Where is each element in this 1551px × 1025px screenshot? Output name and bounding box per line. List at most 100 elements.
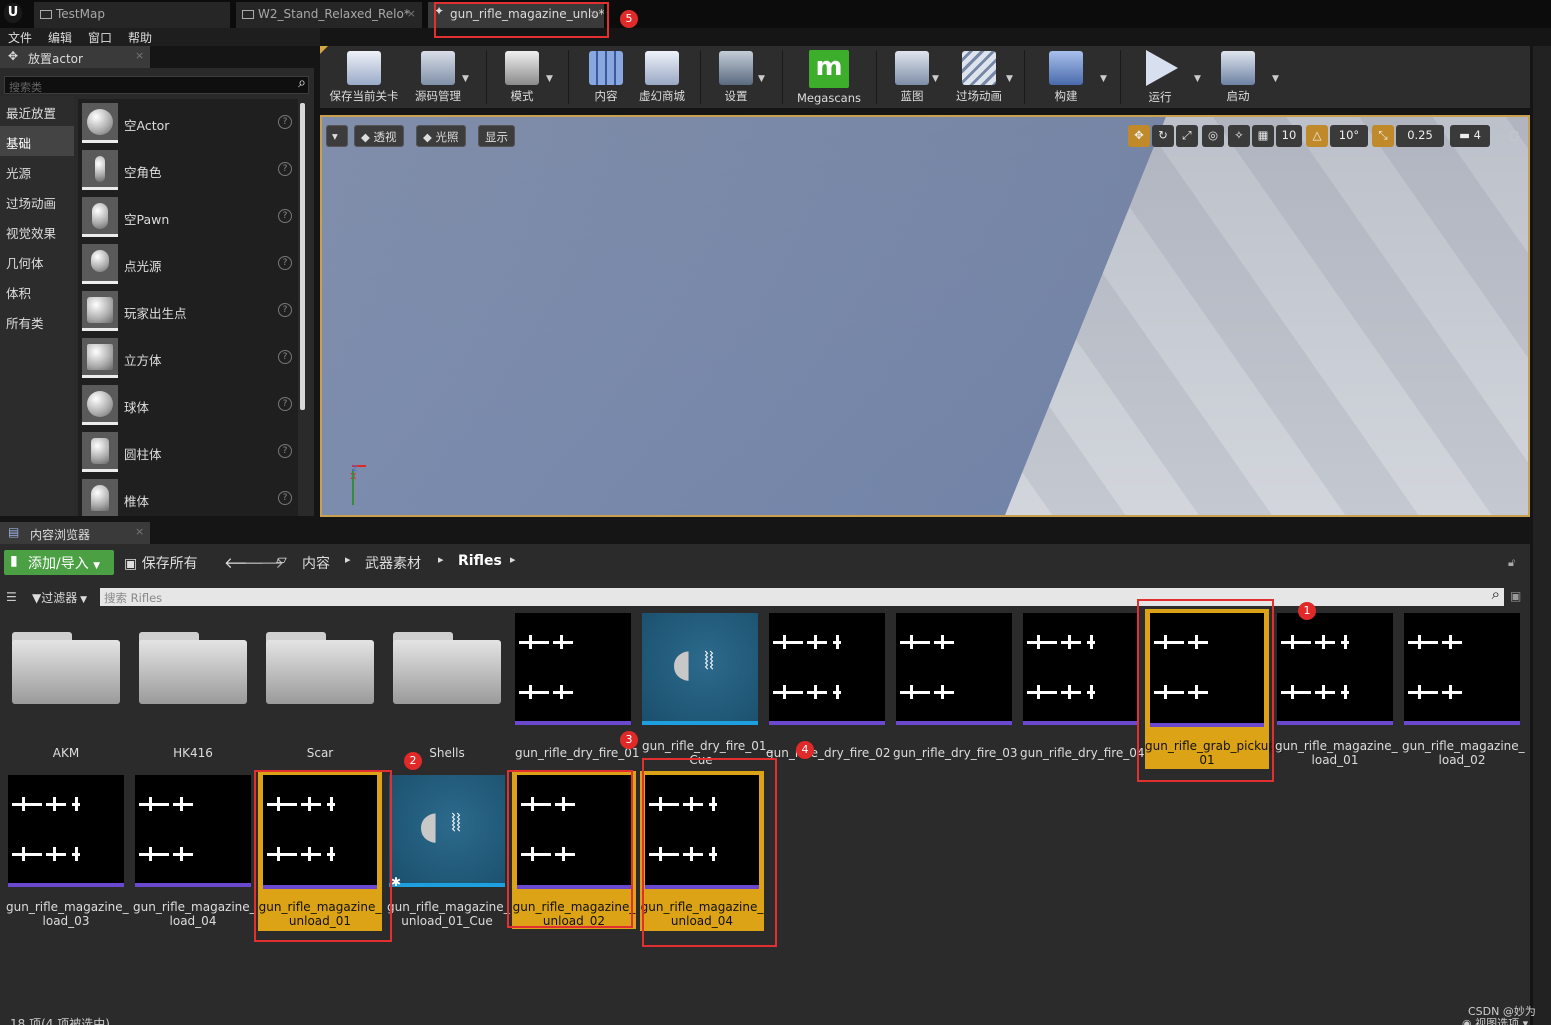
scale-icon[interactable]: ⤢ — [1176, 125, 1198, 147]
marketplace-button[interactable]: 虚幻商城 — [632, 46, 692, 108]
help-icon[interactable]: ? — [278, 350, 292, 364]
sources-toggle-icon[interactable]: ☰ — [6, 590, 17, 604]
viewport-options-button[interactable]: ▾ — [326, 125, 348, 147]
source-control-button[interactable]: 源码管理 — [406, 46, 470, 108]
category-recent[interactable]: 最近放置 — [0, 96, 74, 126]
breadcrumb-separator[interactable]: ▸ — [345, 553, 351, 566]
asset-tile[interactable] — [135, 775, 253, 891]
asset-search-input[interactable]: 搜索 Rifles ⌕ — [100, 585, 1504, 606]
category-volumes[interactable]: 体积 — [0, 276, 74, 306]
lock-icon[interactable]: 🔓︎ — [1508, 556, 1515, 570]
launch-button[interactable]: 启动 — [1210, 46, 1266, 108]
asset-tile[interactable] — [1404, 613, 1522, 729]
chevron-down-icon[interactable]: ▼ — [462, 74, 469, 84]
chevron-down-icon[interactable]: ▼ — [932, 74, 939, 84]
rotation-snap-icon[interactable]: △ — [1306, 125, 1328, 147]
breadcrumb-weapons[interactable]: 武器素材 — [365, 553, 421, 573]
help-icon[interactable]: ? — [278, 303, 292, 317]
show-button[interactable]: 显示 — [478, 125, 515, 147]
asset-tile[interactable] — [1023, 613, 1141, 729]
translate-icon[interactable]: ✥ — [1128, 125, 1150, 147]
breadcrumb-separator[interactable]: ▸ — [510, 553, 516, 566]
blueprint-button[interactable]: 蓝图 — [886, 46, 938, 108]
maximize-icon[interactable]: ▢ — [1506, 125, 1522, 147]
asset-tile[interactable] — [515, 613, 633, 729]
save-search-icon[interactable]: ▣ — [1510, 589, 1521, 603]
asset-tile[interactable] — [8, 775, 126, 891]
chevron-down-icon[interactable]: ▼ — [1194, 74, 1201, 84]
category-basic[interactable]: 基础 — [0, 126, 74, 156]
help-icon[interactable]: ? — [278, 162, 292, 176]
chevron-down-icon[interactable]: ▼ — [1100, 74, 1107, 84]
help-icon[interactable]: ? — [278, 444, 292, 458]
scale-snap-value[interactable]: 0.25 — [1396, 125, 1444, 147]
category-lights[interactable]: 光源 — [0, 156, 74, 186]
folder-hk416[interactable] — [139, 630, 247, 706]
list-item[interactable]: 空Actor? — [78, 99, 298, 146]
list-item[interactable]: 玩家出生点? — [78, 287, 298, 334]
filters-button[interactable]: ▼过滤器 ▼ — [32, 589, 87, 606]
asset-tile[interactable] — [769, 613, 887, 729]
close-icon[interactable]: × — [135, 525, 144, 538]
perspective-button[interactable]: ◆ 透视 — [354, 125, 404, 147]
menu-window[interactable]: 窗口 — [80, 28, 120, 46]
category-all-classes[interactable]: 所有类 — [0, 306, 74, 336]
list-item[interactable]: 空角色? — [78, 146, 298, 193]
content-button[interactable]: 内容 — [578, 46, 634, 108]
place-actors-tab[interactable]: ✥ 放置actor × — [0, 46, 150, 68]
modes-button[interactable]: 模式 — [494, 46, 550, 108]
close-icon[interactable]: × — [135, 49, 144, 62]
scale-snap-icon[interactable]: ⤡ — [1372, 125, 1394, 147]
world-local-icon[interactable]: ◎ — [1202, 125, 1224, 147]
tab-animation[interactable]: W2_Stand_Relaxed_Relo* × — [236, 2, 422, 28]
grid-snap-icon[interactable]: ▦ — [1252, 125, 1274, 147]
list-item[interactable]: 球体? — [78, 381, 298, 428]
close-icon[interactable]: × — [407, 7, 416, 20]
rotation-snap-value[interactable]: 10° — [1330, 125, 1368, 147]
chevron-down-icon[interactable]: ▼ — [546, 74, 553, 84]
settings-button[interactable]: 设置 — [710, 46, 762, 108]
help-icon[interactable]: ? — [278, 115, 292, 129]
rotate-icon[interactable]: ↻ — [1152, 125, 1174, 147]
help-icon[interactable]: ? — [278, 209, 292, 223]
play-button[interactable]: 运行 — [1132, 46, 1188, 108]
list-item[interactable]: 圆柱体? — [78, 428, 298, 475]
view-options-button[interactable]: ◉ 视图选项 ▾ — [1462, 1015, 1528, 1025]
content-browser-tab[interactable]: ▤ 内容浏览器 × — [0, 522, 150, 544]
asset-tile[interactable] — [1277, 613, 1395, 729]
tab-testmap[interactable]: TestMap — [34, 2, 230, 28]
asset-tile[interactable]: ◖ ⦚⦚ — [642, 613, 760, 729]
cinematics-button[interactable]: 过场动画 — [950, 46, 1008, 108]
folder-akm[interactable] — [12, 630, 120, 706]
list-item[interactable]: 空Pawn? — [78, 193, 298, 240]
lit-button[interactable]: ◆ 光照 — [416, 125, 466, 147]
list-item[interactable]: 立方体? — [78, 334, 298, 381]
category-cinematic[interactable]: 过场动画 — [0, 186, 74, 216]
chevron-down-icon[interactable]: ▼ — [1272, 74, 1279, 84]
category-geometry[interactable]: 几何体 — [0, 246, 74, 276]
help-icon[interactable]: ? — [278, 256, 292, 270]
category-visual-effects[interactable]: 视觉效果 — [0, 216, 74, 246]
save-all-button[interactable]: ▣ 保存所有 — [124, 553, 198, 573]
level-viewport[interactable]: ▾ ◆ 透视 ◆ 光照 显示 ✥ ↻ ⤢ ◎ ✧ ▦ 10 △ 10° ⤡ 0.… — [320, 115, 1530, 517]
breadcrumb-rifles[interactable]: Rifles — [458, 553, 502, 569]
build-button[interactable]: 构建 — [1038, 46, 1094, 108]
place-list-scrollbar[interactable] — [300, 103, 305, 410]
folder-scar[interactable] — [266, 630, 374, 706]
camera-speed-button[interactable]: ▬ 4 — [1450, 125, 1490, 147]
asset-tile[interactable]: ◖ ⦚⦚ ✱ — [389, 775, 507, 891]
save-level-button[interactable]: 保存当前关卡 — [324, 46, 404, 108]
breadcrumb-content[interactable]: 内容 — [302, 553, 330, 573]
chevron-down-icon[interactable]: ▼ — [1006, 74, 1013, 84]
list-item[interactable]: 点光源? — [78, 240, 298, 287]
menu-file[interactable]: 文件 — [0, 28, 40, 46]
chevron-down-icon[interactable]: ▼ — [758, 74, 765, 84]
megascans-button[interactable]: m Megascans — [794, 46, 864, 108]
help-icon[interactable]: ? — [278, 491, 292, 505]
place-search-input[interactable]: 搜索类 ⌕ — [4, 75, 309, 94]
surface-snap-icon[interactable]: ✧ — [1228, 125, 1250, 147]
add-import-button[interactable]: ▮ 添加/导入 ▼ — [4, 550, 114, 575]
menu-edit[interactable]: 编辑 — [40, 28, 80, 46]
help-icon[interactable]: ? — [278, 397, 292, 411]
folder-shells[interactable] — [393, 630, 501, 706]
